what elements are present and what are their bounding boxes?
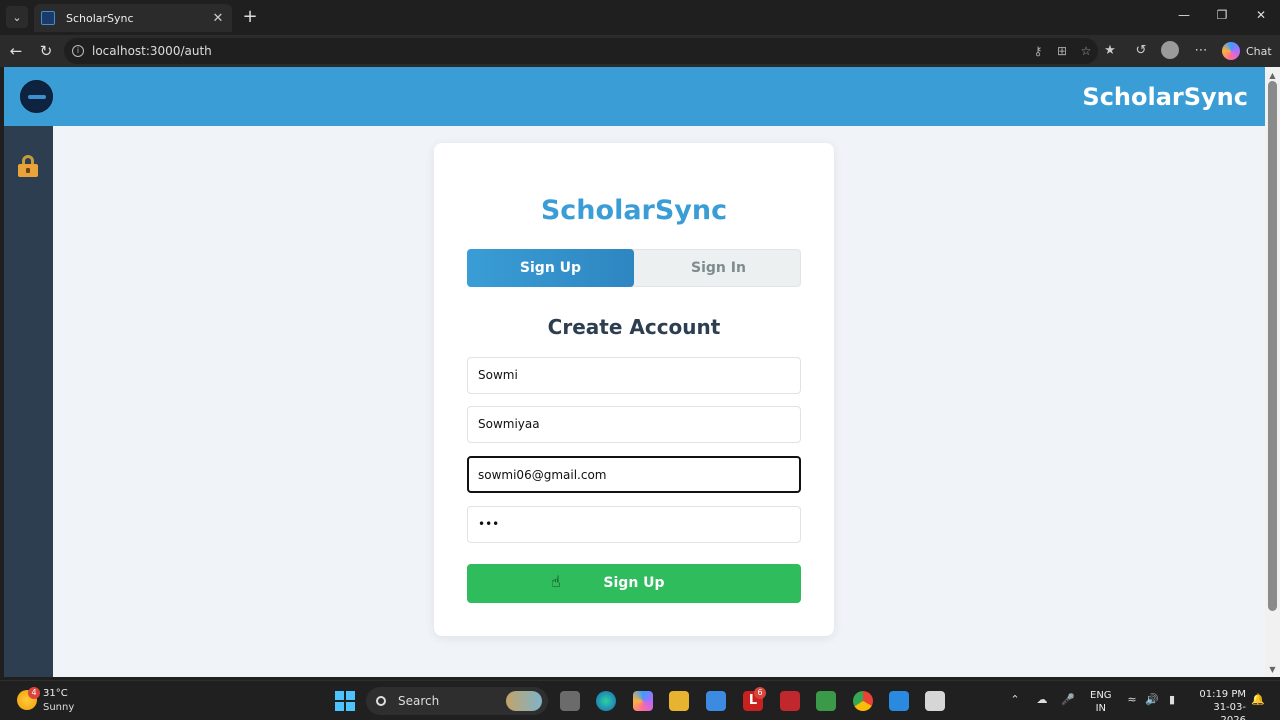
copilot-icon: [1222, 42, 1240, 60]
search-icon: [376, 696, 386, 706]
favorites-icon[interactable]: ★: [1100, 43, 1120, 58]
more-options-icon[interactable]: ⋯: [1191, 43, 1211, 58]
sign-up-button[interactable]: Sign Up: [467, 564, 801, 603]
start-button[interactable]: [335, 691, 355, 711]
language-region: IN: [1095, 703, 1106, 714]
notifications-icon[interactable]: 🔔: [1250, 693, 1266, 706]
page-scrollbar[interactable]: ▲ ▼: [1265, 67, 1280, 677]
address-bar[interactable]: i localhost:3000/auth ⚷ ⊞ ☆: [64, 38, 1098, 64]
task-view-icon[interactable]: [560, 691, 580, 711]
auth-mode-toggle: Sign Up Sign In: [467, 249, 801, 287]
form-title: Create Account: [547, 315, 721, 339]
tab-actions-menu-icon[interactable]: ⌄: [6, 6, 28, 28]
address-toolbar: ← ↻ i localhost:3000/auth ⚷ ⊞ ☆ ★ ↺ ⋯: [0, 35, 1280, 67]
refresh-icon[interactable]: ↻: [36, 41, 56, 61]
tab-favicon-icon: [41, 11, 55, 25]
hand-cursor-icon: ☝: [551, 572, 561, 591]
microsoft-store-icon[interactable]: [706, 691, 726, 711]
card-title: ScholarSync: [540, 195, 728, 226]
close-window-icon[interactable]: ✕: [1251, 8, 1271, 22]
scroll-thumb[interactable]: [1268, 81, 1277, 611]
new-tab-icon[interactable]: +: [240, 8, 260, 26]
weather-badge: 4: [28, 687, 40, 699]
taskbar-search[interactable]: Search: [366, 687, 548, 715]
tab-title: ScholarSync: [66, 11, 134, 25]
language-indicator[interactable]: ENG IN: [1090, 689, 1112, 715]
back-icon[interactable]: ←: [6, 41, 26, 61]
weather-condition[interactable]: Sunny: [43, 702, 74, 713]
page-viewport: ScholarSync ScholarSync Sign Up Sign In …: [4, 67, 1265, 677]
chat-label: Chat: [1246, 44, 1272, 58]
history-icon[interactable]: ↺: [1131, 43, 1151, 58]
windows-taskbar: 4 31°C Sunny Search L 6 ⌃ ☁ 🎤 ENG IN ≈ 🔊…: [0, 680, 1280, 720]
first-name-field[interactable]: Sowmi: [467, 357, 801, 394]
browser-tab-strip: ⌄ ScholarSync ✕ + — ❐ ✕: [0, 0, 1280, 35]
scroll-up-icon[interactable]: ▲: [1268, 71, 1277, 80]
first-name-value: Sowmi: [478, 368, 518, 382]
url-text[interactable]: localhost:3000/auth: [92, 44, 1026, 58]
last-name-value: Sowmiyaa: [478, 417, 540, 431]
search-label: Search: [398, 694, 440, 708]
tab-sign-up[interactable]: Sign Up: [467, 249, 634, 287]
browser-tab[interactable]: ScholarSync ✕: [34, 4, 232, 32]
email-value: sowmi06@gmail.com: [478, 468, 607, 482]
search-highlight-image: [506, 691, 542, 711]
onedrive-icon[interactable]: ☁: [1034, 693, 1050, 706]
copilot-chat-button[interactable]: Chat: [1222, 42, 1272, 60]
apps-icon[interactable]: ⊞: [1050, 44, 1074, 58]
snipping-tool-icon[interactable]: [925, 691, 945, 711]
site-info-icon[interactable]: i: [72, 45, 84, 57]
excel-icon[interactable]: [816, 691, 836, 711]
app-header: ScholarSync: [4, 67, 1265, 126]
edge-browser-icon[interactable]: [596, 691, 616, 711]
l-app-badge: 6: [754, 687, 766, 699]
last-name-field[interactable]: Sowmiyaa: [467, 406, 801, 443]
tab-sign-in[interactable]: Sign In: [635, 249, 802, 287]
app-logo[interactable]: [20, 80, 53, 113]
password-value: •••: [478, 517, 500, 531]
system-clock[interactable]: 01:19 PM 31-03-2026: [1190, 688, 1246, 720]
lock-icon[interactable]: [18, 155, 38, 177]
logo-mark: [27, 94, 46, 99]
close-tab-icon[interactable]: ✕: [208, 11, 228, 26]
copilot-app-icon[interactable]: [633, 691, 653, 711]
mcafee-icon[interactable]: [780, 691, 800, 711]
weather-temperature[interactable]: 31°C: [43, 688, 68, 699]
scroll-down-icon[interactable]: ▼: [1268, 665, 1277, 674]
vscode-icon[interactable]: [889, 691, 909, 711]
language-code: ENG: [1090, 690, 1112, 701]
volume-icon[interactable]: 🔊: [1144, 693, 1160, 706]
profile-avatar[interactable]: [1161, 41, 1179, 59]
file-explorer-icon[interactable]: [669, 691, 689, 711]
maximize-icon[interactable]: ❐: [1212, 8, 1232, 22]
battery-icon[interactable]: ▮: [1164, 693, 1180, 706]
clock-time: 01:19 PM: [1199, 689, 1246, 700]
header-title: ScholarSync: [1082, 83, 1248, 111]
email-field[interactable]: sowmi06@gmail.com: [467, 456, 801, 493]
wifi-icon[interactable]: ≈: [1124, 693, 1140, 706]
microphone-icon[interactable]: 🎤: [1060, 693, 1076, 706]
auth-card: ScholarSync Sign Up Sign In Create Accou…: [434, 143, 834, 636]
password-key-icon[interactable]: ⚷: [1026, 44, 1050, 58]
chrome-icon[interactable]: [853, 691, 873, 711]
show-hidden-icons-icon[interactable]: ⌃: [1007, 693, 1023, 706]
sidebar: [4, 126, 53, 677]
minimize-icon[interactable]: —: [1174, 8, 1194, 22]
favorite-star-icon[interactable]: ☆: [1074, 44, 1098, 58]
clock-date: 31-03-2026: [1213, 702, 1246, 720]
password-field[interactable]: •••: [467, 506, 801, 543]
